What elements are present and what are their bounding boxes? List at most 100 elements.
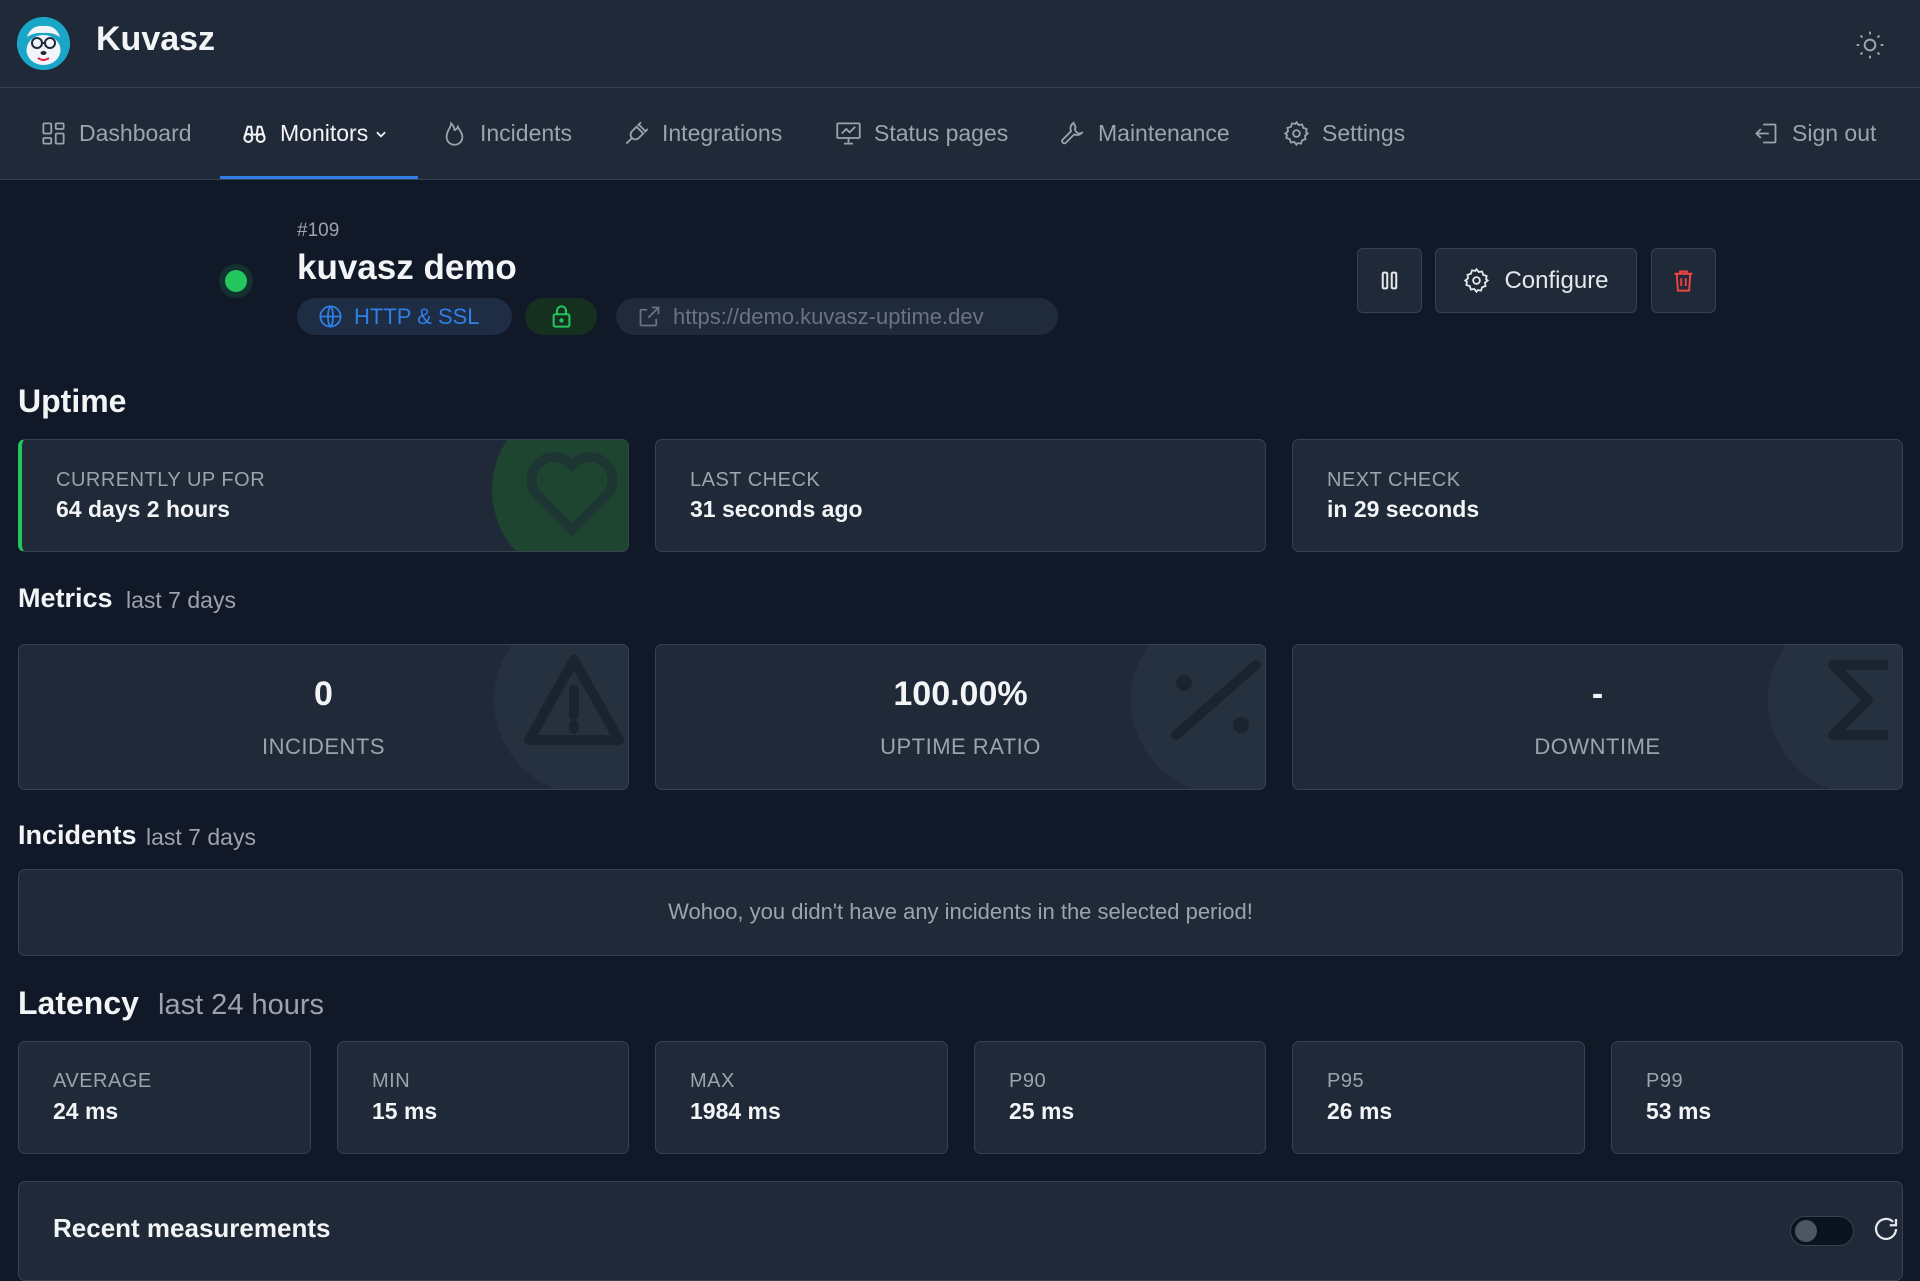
- incidents-period: last 7 days: [146, 824, 256, 850]
- latency-label: MIN: [372, 1070, 411, 1092]
- theme-toggle-button[interactable]: [1854, 29, 1886, 61]
- metric-card-downtime: - DOWNTIME: [1292, 644, 1903, 790]
- gear-icon: [1283, 120, 1310, 147]
- configure-label: Configure: [1504, 266, 1609, 294]
- uptime-card-current: CURRENTLY UP FOR 64 days 2 hours: [18, 439, 629, 552]
- latency-card-p90: P90 25 ms: [974, 1041, 1266, 1154]
- sign-out-icon: [1755, 123, 1777, 144]
- wrench-icon: [1061, 121, 1084, 145]
- monitor-name: kuvasz demo: [297, 248, 517, 287]
- monitor-type-badge: HTTP & SSL: [297, 298, 512, 335]
- uptime-value: 31 seconds ago: [690, 496, 863, 522]
- app-logo[interactable]: [17, 17, 70, 70]
- nav-label: Integrations: [662, 120, 783, 146]
- nav-label: Incidents: [480, 120, 573, 146]
- latency-label: AVERAGE: [53, 1070, 152, 1092]
- metric-value: 100.00%: [893, 675, 1028, 713]
- presentation-icon: [836, 122, 861, 145]
- configure-button[interactable]: Configure: [1435, 248, 1637, 313]
- metric-label: DOWNTIME: [1534, 734, 1661, 759]
- nav-label: Status pages: [874, 120, 1009, 146]
- active-tab-indicator: [220, 176, 418, 179]
- nav-label: Dashboard: [79, 120, 192, 146]
- percent-icon: [1131, 645, 1265, 789]
- sun-icon: [1856, 31, 1884, 59]
- pause-icon: [1381, 271, 1398, 290]
- chevron-down-icon: [376, 131, 386, 138]
- nav-item-integrations[interactable]: Integrations: [623, 88, 782, 179]
- nav-label: Monitors: [280, 120, 369, 146]
- gear-icon: [1464, 267, 1490, 294]
- latency-label: MAX: [690, 1070, 735, 1092]
- metric-value: 0: [314, 675, 333, 713]
- latency-period: last 24 hours: [158, 989, 325, 1021]
- refresh-icon: [1874, 1217, 1898, 1241]
- latency-value: 15 ms: [372, 1098, 438, 1124]
- latency-card-p99: P99 53 ms: [1611, 1041, 1903, 1154]
- sign-out-label: Sign out: [1792, 120, 1877, 146]
- uptime-title: Uptime: [18, 383, 127, 419]
- ssl-status-badge: [525, 298, 597, 335]
- external-link-icon: [639, 306, 660, 327]
- pause-button[interactable]: [1357, 248, 1422, 313]
- monitor-id: #109: [297, 220, 340, 241]
- app-title[interactable]: Kuvasz: [96, 20, 215, 59]
- incidents-title: Incidents: [18, 820, 137, 850]
- latency-card-average: AVERAGE 24 ms: [18, 1041, 311, 1154]
- latency-card-min: MIN 15 ms: [337, 1041, 629, 1154]
- sigma-icon: [1768, 645, 1902, 789]
- uptime-label: LAST CHECK: [690, 469, 821, 491]
- flame-icon: [445, 121, 464, 146]
- monitor-url-text: https://demo.kuvasz-uptime.dev: [673, 303, 984, 329]
- uptime-value: 64 days 2 hours: [56, 496, 230, 522]
- nav-item-settings[interactable]: Settings: [1283, 88, 1405, 179]
- latency-value: 24 ms: [53, 1098, 119, 1124]
- nav-label: Maintenance: [1098, 120, 1230, 146]
- latency-title: Latency: [18, 985, 139, 1021]
- latency-value: 53 ms: [1646, 1098, 1712, 1124]
- nav-item-maintenance[interactable]: Maintenance: [1059, 88, 1230, 179]
- main-nav: Dashboard Monitors Incidents Integration…: [0, 88, 1920, 180]
- globe-icon: [319, 305, 342, 328]
- delete-button[interactable]: [1651, 248, 1716, 313]
- empty-message: Wohoo, you didn't have any incidents in …: [668, 899, 1253, 924]
- uptime-card-next-check: NEXT CHECK in 29 seconds: [1292, 439, 1903, 552]
- refresh-button[interactable]: [1871, 1214, 1901, 1244]
- binoculars-icon: [243, 125, 266, 143]
- sign-out-button[interactable]: Sign out: [1753, 88, 1876, 179]
- incidents-empty-state: Wohoo, you didn't have any incidents in …: [18, 869, 1903, 956]
- metric-value: -: [1591, 675, 1604, 713]
- nav-item-monitors[interactable]: Monitors: [241, 88, 388, 179]
- metrics-title: Metrics: [18, 583, 113, 613]
- latency-value: 1984 ms: [690, 1098, 781, 1124]
- metric-label: INCIDENTS: [261, 734, 386, 759]
- uptime-value: in 29 seconds: [1327, 496, 1480, 522]
- latency-label: P95: [1327, 1070, 1365, 1092]
- nav-item-dashboard[interactable]: Dashboard: [40, 88, 192, 179]
- toggle-knob: [1795, 1220, 1817, 1242]
- latency-value: 26 ms: [1327, 1098, 1393, 1124]
- recent-measurements-title: Recent measurements: [53, 1213, 331, 1243]
- dashboard-icon: [42, 122, 65, 145]
- latency-value: 25 ms: [1009, 1098, 1075, 1124]
- metric-label: UPTIME RATIO: [880, 734, 1041, 759]
- monitor-type-label: HTTP & SSL: [354, 303, 480, 329]
- latency-card-max: MAX 1984 ms: [655, 1041, 948, 1154]
- metric-card-uptime-ratio: 100.00% UPTIME RATIO: [655, 644, 1266, 790]
- plug-icon: [625, 121, 649, 145]
- monitor-url-link[interactable]: https://demo.kuvasz-uptime.dev: [616, 298, 1058, 335]
- nav-item-status-pages[interactable]: Status pages: [835, 88, 1008, 179]
- metric-card-incidents: 0 INCIDENTS: [18, 644, 629, 790]
- trash-icon: [1674, 270, 1693, 292]
- nav-label: Settings: [1322, 120, 1406, 146]
- auto-refresh-toggle[interactable]: [1790, 1216, 1854, 1246]
- latency-card-p95: P95 26 ms: [1292, 1041, 1585, 1154]
- lock-icon: [552, 305, 570, 328]
- latency-label: P99: [1646, 1070, 1684, 1092]
- nav-item-incidents[interactable]: Incidents: [441, 88, 572, 179]
- latency-label: P90: [1009, 1070, 1047, 1092]
- heart-icon: [492, 440, 628, 551]
- uptime-label: CURRENTLY UP FOR: [56, 469, 266, 491]
- recent-measurements-panel: Recent measurements: [18, 1181, 1903, 1281]
- warning-icon: [494, 645, 628, 789]
